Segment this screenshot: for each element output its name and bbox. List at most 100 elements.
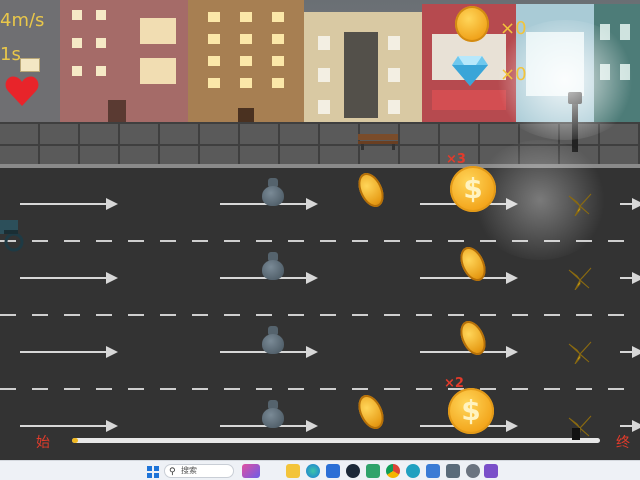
taskbar: ⚲ 搜索 — [0, 460, 640, 480]
lane-dash — [576, 388, 592, 390]
banana-peel-obstacle — [565, 340, 595, 365]
heart-icon — [4, 74, 40, 108]
search-input[interactable]: ⚲ 搜索 — [164, 464, 234, 478]
bench — [358, 132, 398, 150]
lane-arrow — [20, 198, 118, 210]
lane-arrow — [620, 420, 640, 432]
lane-dash — [576, 314, 592, 316]
steam-icon[interactable] — [346, 464, 360, 478]
street-lamp — [572, 96, 578, 152]
windows-start-icon[interactable] — [146, 464, 160, 478]
app-icon-2[interactable] — [406, 464, 420, 478]
lane-arrow — [420, 272, 518, 284]
trash-bag-obstacle — [262, 400, 284, 428]
lane-dash — [480, 314, 496, 316]
lane-dash — [384, 314, 400, 316]
multiplier-label: ×2 — [444, 376, 464, 391]
player-bicycle — [0, 212, 28, 252]
lane-dash — [256, 314, 272, 316]
lane-dash — [576, 240, 592, 242]
distance-readout: 1s — [0, 44, 21, 65]
edge-icon[interactable] — [306, 464, 320, 478]
multiplier-coin: $ — [450, 166, 496, 212]
lane-arrow — [620, 198, 640, 210]
coin-counter-icon — [455, 6, 489, 42]
lane-dash — [512, 314, 528, 316]
lane-arrow — [620, 272, 640, 284]
lane-dash — [224, 388, 240, 390]
lane-dash — [192, 388, 208, 390]
banana-peel-obstacle — [565, 266, 595, 291]
lane-dash — [64, 388, 80, 390]
lane-dash — [608, 388, 624, 390]
diamond-icon — [452, 54, 488, 86]
coin-counter: ×0 — [500, 18, 527, 39]
lane-dash — [480, 388, 496, 390]
lane-dash — [32, 388, 48, 390]
lane-dash — [320, 240, 336, 242]
lane-dash — [128, 240, 144, 242]
trash-bag-obstacle — [262, 178, 284, 206]
lane-dash — [192, 240, 208, 242]
game-canvas[interactable]: $ ×3 $ ×2 4m/s 1s ×0 ×0 始 终 — [0, 0, 640, 460]
phone-link-icon[interactable] — [426, 464, 440, 478]
search-placeholder: 搜索 — [181, 466, 197, 475]
building — [304, 12, 422, 130]
progress-end-label: 终 — [616, 435, 630, 451]
lane-dash — [32, 314, 48, 316]
lane-dash — [224, 314, 240, 316]
lane-dash — [384, 240, 400, 242]
lane-dash — [224, 240, 240, 242]
lane-dash — [64, 314, 80, 316]
lane-dash — [480, 240, 496, 242]
ruler-icon — [20, 58, 40, 72]
lane-dash — [288, 314, 304, 316]
lane-dash — [128, 314, 144, 316]
lane-dash — [288, 240, 304, 242]
building — [516, 4, 594, 130]
building — [188, 0, 304, 130]
calculator-icon[interactable] — [446, 464, 460, 478]
app-icon[interactable] — [366, 464, 380, 478]
gem-counter: ×0 — [500, 64, 527, 85]
lane-dash — [320, 388, 336, 390]
multiplier-label: ×3 — [446, 152, 466, 167]
sidewalk — [0, 122, 640, 166]
settings-icon[interactable] — [466, 464, 480, 478]
lane-dash — [160, 388, 176, 390]
lane-dash — [256, 388, 272, 390]
banana-peel-obstacle — [565, 192, 595, 217]
chrome-icon[interactable] — [386, 464, 400, 478]
lane-dash — [544, 240, 560, 242]
lane-arrow — [620, 346, 640, 358]
lane-dash — [352, 314, 368, 316]
lane-dash — [288, 388, 304, 390]
lane-dash — [32, 240, 48, 242]
trash-bag-obstacle — [262, 326, 284, 354]
lane-dash — [96, 240, 112, 242]
lane-dash — [608, 314, 624, 316]
lane-arrow — [20, 420, 118, 432]
lane-dash — [96, 314, 112, 316]
lane-dash — [0, 388, 16, 390]
speed-readout: 4m/s — [0, 10, 45, 31]
lane-dash — [352, 240, 368, 242]
progress-track — [72, 438, 600, 443]
trash-bag-obstacle — [262, 252, 284, 280]
file-explorer-icon[interactable] — [286, 464, 300, 478]
progress-fill — [72, 438, 78, 443]
store-icon[interactable] — [326, 464, 340, 478]
lane-arrow — [20, 272, 118, 284]
progress-marker — [572, 428, 580, 440]
lane-dash — [96, 388, 112, 390]
lane-arrow — [420, 346, 518, 358]
lane-dash — [160, 240, 176, 242]
widgets-icon[interactable] — [242, 464, 260, 478]
lane-dash — [416, 388, 432, 390]
lane-dash — [448, 314, 464, 316]
lane-dash — [0, 314, 16, 316]
lane-dash — [128, 388, 144, 390]
lane-dash — [192, 314, 208, 316]
banana-peel-obstacle — [565, 414, 595, 439]
visual-studio-icon[interactable] — [484, 464, 498, 478]
